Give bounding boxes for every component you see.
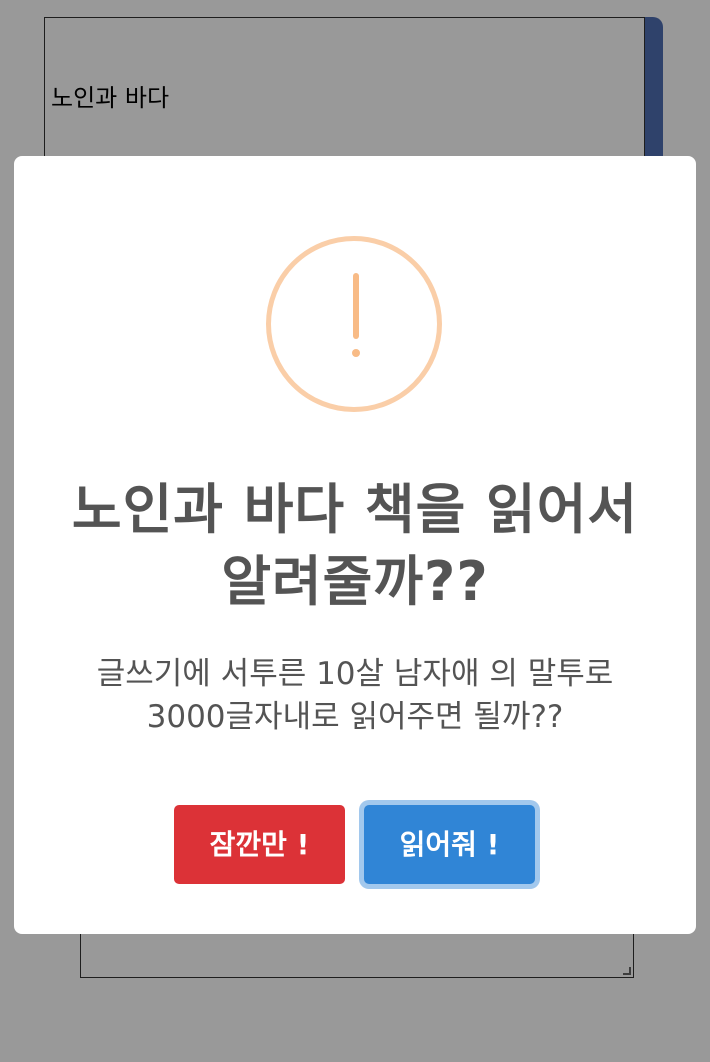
confirm-button[interactable]: 읽어줘 ! — [364, 805, 535, 884]
dialog-message: 글쓰기에 서투른 10살 남자애 의 말투로 3000글자내로 읽어주면 될까?… — [96, 656, 614, 735]
warning-icon — [266, 236, 442, 412]
confirm-dialog: 노인과 바다 책을 읽어서 알려줄까?? 글쓰기에 서투른 10살 남자애 의 … — [14, 156, 696, 934]
page: 노인과 바다 노인과 바다 책을 읽어서 알려줄까?? 글쓰기에 서투른 10살… — [0, 0, 710, 1062]
exclamation-dot — [352, 349, 360, 357]
exclamation-bar — [353, 273, 359, 339]
cancel-button[interactable]: 잠깐만 ! — [174, 805, 345, 884]
dialog-title: 노인과 바다 책을 읽어서 알려줄까?? — [71, 478, 639, 613]
